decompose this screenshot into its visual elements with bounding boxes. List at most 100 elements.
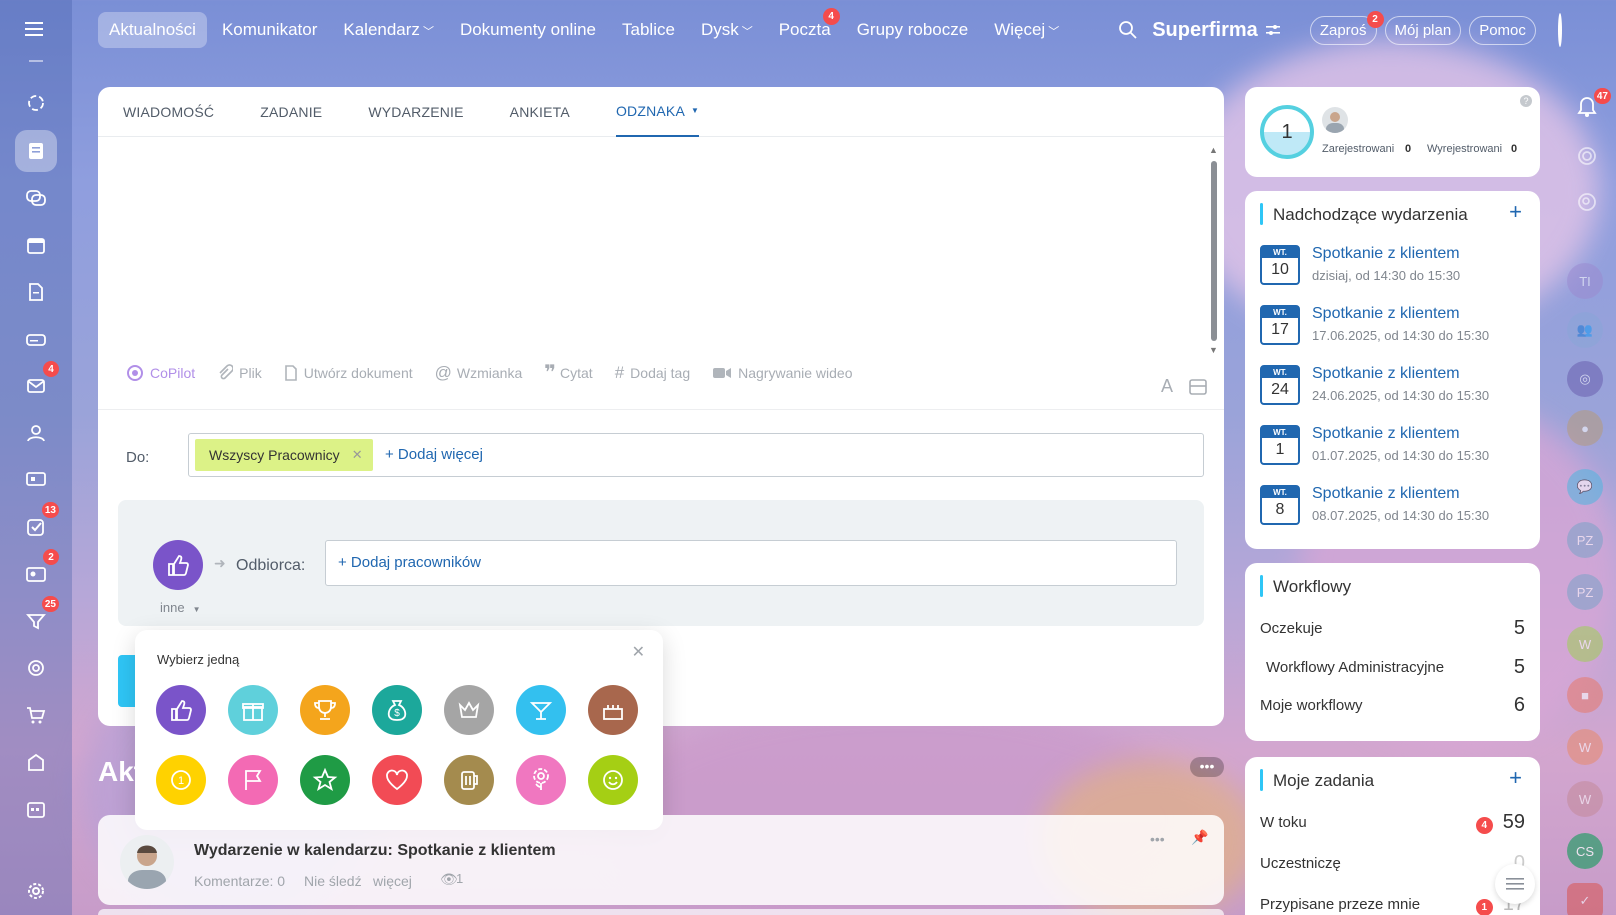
rail-drive-icon[interactable] [15, 318, 57, 360]
event-item[interactable]: WT. 1 Spotkanie z klientem 01.07.2025, od 1… [1260, 425, 1540, 469]
rail-copilot-icon[interactable] [15, 82, 57, 124]
chat-avatar-w-2[interactable]: W [1567, 729, 1603, 765]
event-item[interactable]: WT. 24 Spotkanie z klientem 24.06.2025, od … [1260, 365, 1540, 409]
badge-recipient-field[interactable]: + Dodaj pracowników [325, 540, 1177, 586]
activity-icon[interactable] [1577, 146, 1597, 166]
attach-file-button[interactable]: Plik [217, 363, 262, 382]
rail-documents-icon[interactable] [15, 271, 57, 313]
post-more[interactable]: więcej [373, 873, 412, 889]
help-button[interactable]: Pomoc [1469, 15, 1536, 45]
nav-item-more[interactable]: Więcej ﹀ [983, 12, 1070, 48]
settings-icon[interactable] [15, 870, 57, 912]
nav-item-calendar[interactable]: Kalendarz ﹀ [332, 12, 445, 48]
badge-flag-icon[interactable] [228, 755, 278, 805]
chat-group-icon[interactable]: 👥 [1567, 312, 1603, 348]
rail-employees-icon[interactable] [15, 412, 57, 454]
post-menu-icon[interactable]: ••• [1150, 831, 1165, 847]
badge-star-icon[interactable] [300, 755, 350, 805]
chat-avatar-ti[interactable]: TI [1567, 263, 1603, 299]
stats-count-circle[interactable]: 1 [1260, 105, 1314, 159]
nav-item-messenger[interactable]: Komunikator [211, 12, 328, 48]
selected-badge-thumbs-up-icon[interactable] [153, 540, 203, 590]
tab-badge[interactable]: ODZNAKA ▼ [615, 87, 700, 137]
video-record-button[interactable]: Nagrywanie wideo [712, 365, 853, 381]
close-icon[interactable]: ✕ [632, 642, 645, 662]
nav-item-boards[interactable]: Tablice [611, 12, 686, 48]
tab-message[interactable]: WIADOMOŚĆ [123, 87, 214, 137]
mention-button[interactable]: @ Wzmianka [435, 363, 523, 383]
nav-item-documents[interactable]: Dokumenty online [449, 12, 607, 48]
workflow-row-admin[interactable]: Workflowy Administracyjne 5 [1266, 656, 1525, 679]
chat-avatar-w[interactable]: W [1567, 626, 1603, 662]
badge-gift-icon[interactable] [228, 685, 278, 735]
task-row-in-progress[interactable]: W toku 4 59 [1260, 811, 1525, 834]
rail-funnel-icon[interactable]: 25 [15, 596, 59, 642]
rail-cart-icon[interactable] [15, 694, 57, 736]
event-item[interactable]: WT. 17 Spotkanie z klientem 17.06.2025, od … [1260, 305, 1540, 349]
chat-target-icon[interactable]: ◎ [1567, 361, 1603, 397]
task-row-participating[interactable]: Uczestniczę 0 [1260, 852, 1525, 875]
badge-cocktail-icon[interactable] [516, 685, 566, 735]
task-row-assigned-by-me[interactable]: Przypisane przeze mnie 1 17 [1260, 893, 1525, 915]
editor-scrollbar[interactable]: ▲ ▼ [1209, 145, 1219, 445]
rail-target-icon[interactable] [15, 647, 57, 689]
badge-type-selector[interactable]: inne ▼ [160, 600, 201, 615]
event-title[interactable]: Spotkanie z klientem [1312, 305, 1460, 323]
quote-button[interactable]: ❞ Cytat [544, 360, 592, 385]
nav-item-drive[interactable]: Dysk ﹀ [690, 12, 764, 48]
rail-chat-icon[interactable] [15, 177, 57, 219]
event-item[interactable]: WT. 10 Spotkanie z klientem dzisiaj, od 14:… [1260, 245, 1540, 289]
tab-event[interactable]: WYDARZENIE [368, 87, 463, 137]
post-comments[interactable]: Komentarze: 0 [194, 873, 285, 889]
rail-store-icon[interactable] [15, 741, 57, 783]
nav-item-workgroups[interactable]: Grupy robocze [846, 12, 980, 48]
company-name[interactable]: Superfirma [1152, 19, 1258, 42]
my-plan-button[interactable]: Mój plan [1384, 15, 1462, 45]
rail-mail-icon[interactable]: 4 [15, 361, 59, 407]
notifications-bell-icon[interactable]: 47 [1577, 88, 1611, 118]
rail-feed-icon[interactable] [15, 130, 57, 172]
chat-photo-avatar[interactable]: ● [1567, 410, 1603, 446]
rail-presentation-icon[interactable] [15, 459, 57, 501]
event-title[interactable]: Spotkanie z klientem [1312, 485, 1460, 503]
chat-avatar-w-3[interactable]: W [1567, 781, 1603, 817]
event-title[interactable]: Spotkanie z klientem [1312, 245, 1460, 263]
workflow-row-mine[interactable]: Moje workflowy 6 [1260, 694, 1525, 717]
add-tag-button[interactable]: # Dodaj tag [615, 363, 690, 383]
add-employees-link[interactable]: + Dodaj pracowników [338, 554, 481, 571]
post-author-avatar[interactable] [120, 835, 174, 889]
rail-crm-icon[interactable]: 2 [15, 549, 59, 595]
badge-money-bag-icon[interactable]: $ [372, 685, 422, 735]
pin-icon[interactable]: 📌 [1191, 829, 1208, 846]
workflow-row-pending[interactable]: Oczekuje 5 [1260, 617, 1525, 640]
nav-item-mail[interactable]: Poczta 4 [768, 8, 842, 48]
badge-heart-icon[interactable] [372, 755, 422, 805]
text-format-icon[interactable]: A [1161, 376, 1173, 397]
badge-thumbs-up-icon[interactable] [156, 685, 206, 735]
add-more-recipients-link[interactable]: + Dodaj więcej [385, 446, 483, 463]
editor-area[interactable] [118, 142, 1178, 342]
nav-item-news[interactable]: Aktualności [98, 12, 207, 48]
event-item[interactable]: WT. 8 Spotkanie z klientem 08.07.2025, od 1… [1260, 485, 1540, 529]
layout-toggle-icon[interactable] [1189, 379, 1207, 395]
badge-coin-icon[interactable]: 1 [156, 755, 206, 805]
remove-recipient-icon[interactable]: ✕ [352, 447, 363, 463]
add-event-icon[interactable]: + [1509, 199, 1522, 225]
add-task-icon[interactable]: + [1509, 765, 1522, 791]
invite-button[interactable]: Zaproś 2 [1309, 10, 1384, 45]
copilot-button[interactable]: CoPilot [126, 364, 195, 382]
stats-user-avatar[interactable] [1322, 107, 1348, 133]
filter-settings-icon[interactable] [1265, 23, 1280, 37]
badge-cake-icon[interactable] [588, 685, 638, 735]
tab-poll[interactable]: ANKIETA [510, 87, 570, 137]
chat-avatar-pz-2[interactable]: PZ [1567, 574, 1603, 610]
tab-task[interactable]: ZADANIE [260, 87, 322, 137]
event-title[interactable]: Spotkanie z klientem [1312, 365, 1460, 383]
badge-beer-icon[interactable] [444, 755, 494, 805]
chat-task-icon[interactable]: ✓ [1567, 883, 1603, 915]
post-title[interactable]: Wydarzenie w kalendarzu: Spotkanie z kli… [194, 842, 556, 860]
badge-smiley-icon[interactable] [588, 755, 638, 805]
help-icon[interactable]: ? [1520, 95, 1532, 107]
badge-crown-icon[interactable] [444, 685, 494, 735]
recipients-field[interactable]: Wszyscy Pracownicy ✕ + Dodaj więcej [188, 433, 1204, 477]
